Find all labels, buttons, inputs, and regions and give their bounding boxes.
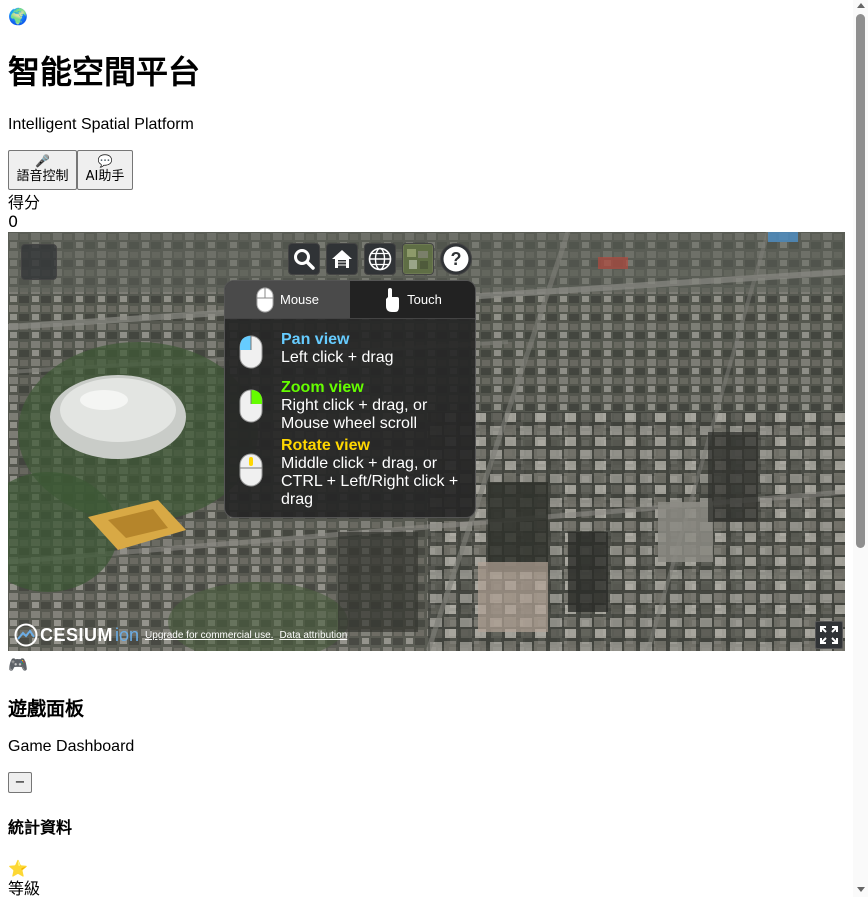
tab-mouse[interactable]: Mouse: [225, 281, 350, 318]
gamepad-icon: 🎮: [8, 655, 28, 674]
navigation-help-panel: Mouse Touch Pan view Left click + drag Z…: [224, 280, 476, 518]
touch-hand-icon: [386, 287, 400, 312]
pan-view-line-1: Left click + drag: [281, 349, 394, 366]
globe-icon: [368, 247, 392, 271]
mouse-icon: [256, 287, 274, 312]
star-icon: ⭐: [8, 859, 28, 878]
rotate-view-line-1: Middle click + drag, or: [281, 455, 438, 472]
help-item-rotate: Rotate view Middle click + drag, or CTRL…: [239, 437, 458, 509]
mouse-right-click-icon: [239, 389, 263, 423]
help-item-pan: Pan view Left click + drag: [239, 331, 394, 374]
control-buttons: 🎤 語音控制 💬 AI助手: [8, 150, 133, 190]
ai-assistant-button[interactable]: 💬 AI助手: [77, 150, 133, 190]
dashboard-title: 遊戲面板: [8, 698, 85, 720]
help-icon: ?: [443, 246, 469, 272]
cesium-ion-text: ion: [115, 624, 140, 645]
geocoder-toggle-button[interactable]: [21, 244, 57, 280]
fullscreen-button[interactable]: [815, 621, 843, 649]
scroll-thumb[interactable]: [856, 14, 865, 548]
level-label: 等級: [8, 879, 41, 898]
tab-touch[interactable]: Touch: [350, 281, 475, 318]
base-layer-picker-button[interactable]: [402, 243, 434, 275]
rotate-view-line-2: CTRL + Left/Right click +: [281, 473, 459, 490]
pan-view-heading: Pan view: [281, 331, 350, 348]
mouse-middle-click-icon: [239, 453, 263, 487]
home-button[interactable]: [326, 243, 358, 275]
tab-mouse-label: Mouse: [279, 292, 320, 307]
cesium-logo-icon: [14, 623, 38, 647]
rotate-view-line-3: drag: [281, 491, 314, 508]
scroll-down-arrow-icon[interactable]: [857, 887, 865, 892]
ai-assistant-label: AI助手: [85, 169, 125, 184]
page-title: 智能空間平台: [8, 53, 201, 91]
tab-touch-label: Touch: [407, 292, 442, 307]
rotate-view-heading: Rotate view: [281, 437, 370, 454]
voice-control-button[interactable]: 🎤 語音控制: [8, 150, 77, 190]
help-tabs: Mouse Touch: [225, 281, 475, 319]
search-button[interactable]: [288, 243, 320, 275]
scroll-up-arrow-icon[interactable]: [857, 3, 865, 8]
score-label: 得分: [8, 193, 41, 212]
collapse-button[interactable]: −: [8, 772, 32, 793]
cesium-logo-text: CESIUM: [40, 624, 114, 645]
help-item-zoom: Zoom view Right click + drag, or Mouse w…: [239, 379, 427, 433]
data-attribution-link[interactable]: Data attribution: [279, 630, 347, 641]
fullscreen-icon: [820, 626, 838, 644]
search-icon: [294, 249, 315, 270]
scene-mode-button[interactable]: [364, 243, 396, 275]
svg-text:?: ?: [451, 249, 462, 269]
page-scrollbar[interactable]: [853, 0, 868, 897]
zoom-view-line-1: Right click + drag, or: [281, 397, 428, 414]
stats-title: 統計資料: [8, 818, 73, 837]
map-viewer[interactable]: ? Mouse Touch Pan view Left click + drag…: [8, 232, 845, 651]
voice-control-label: 語音控制: [16, 169, 69, 184]
help-button[interactable]: ?: [440, 243, 472, 275]
zoom-view-heading: Zoom view: [281, 379, 364, 396]
credits-bar: CESIUM ion Upgrade for commercial use. Da…: [14, 623, 347, 647]
zoom-view-line-2: Mouse wheel scroll: [281, 415, 418, 432]
home-icon: [332, 250, 352, 268]
page-subtitle: Intelligent Spatial Platform: [8, 116, 194, 133]
cesium-ion-logo[interactable]: CESIUM ion: [14, 623, 139, 647]
globe-icon: 🌍: [8, 7, 28, 26]
speech-bubble-icon: 💬: [97, 154, 113, 168]
dashboard-subtitle: Game Dashboard: [8, 738, 135, 755]
microphone-icon: 🎤: [35, 154, 50, 168]
imagery-icon: [404, 245, 432, 273]
mouse-left-click-icon: [239, 335, 263, 369]
viewer-toolbar: ?: [288, 243, 472, 275]
upgrade-link[interactable]: Upgrade for commercial use.: [145, 630, 273, 641]
score-value: 0: [8, 212, 19, 231]
